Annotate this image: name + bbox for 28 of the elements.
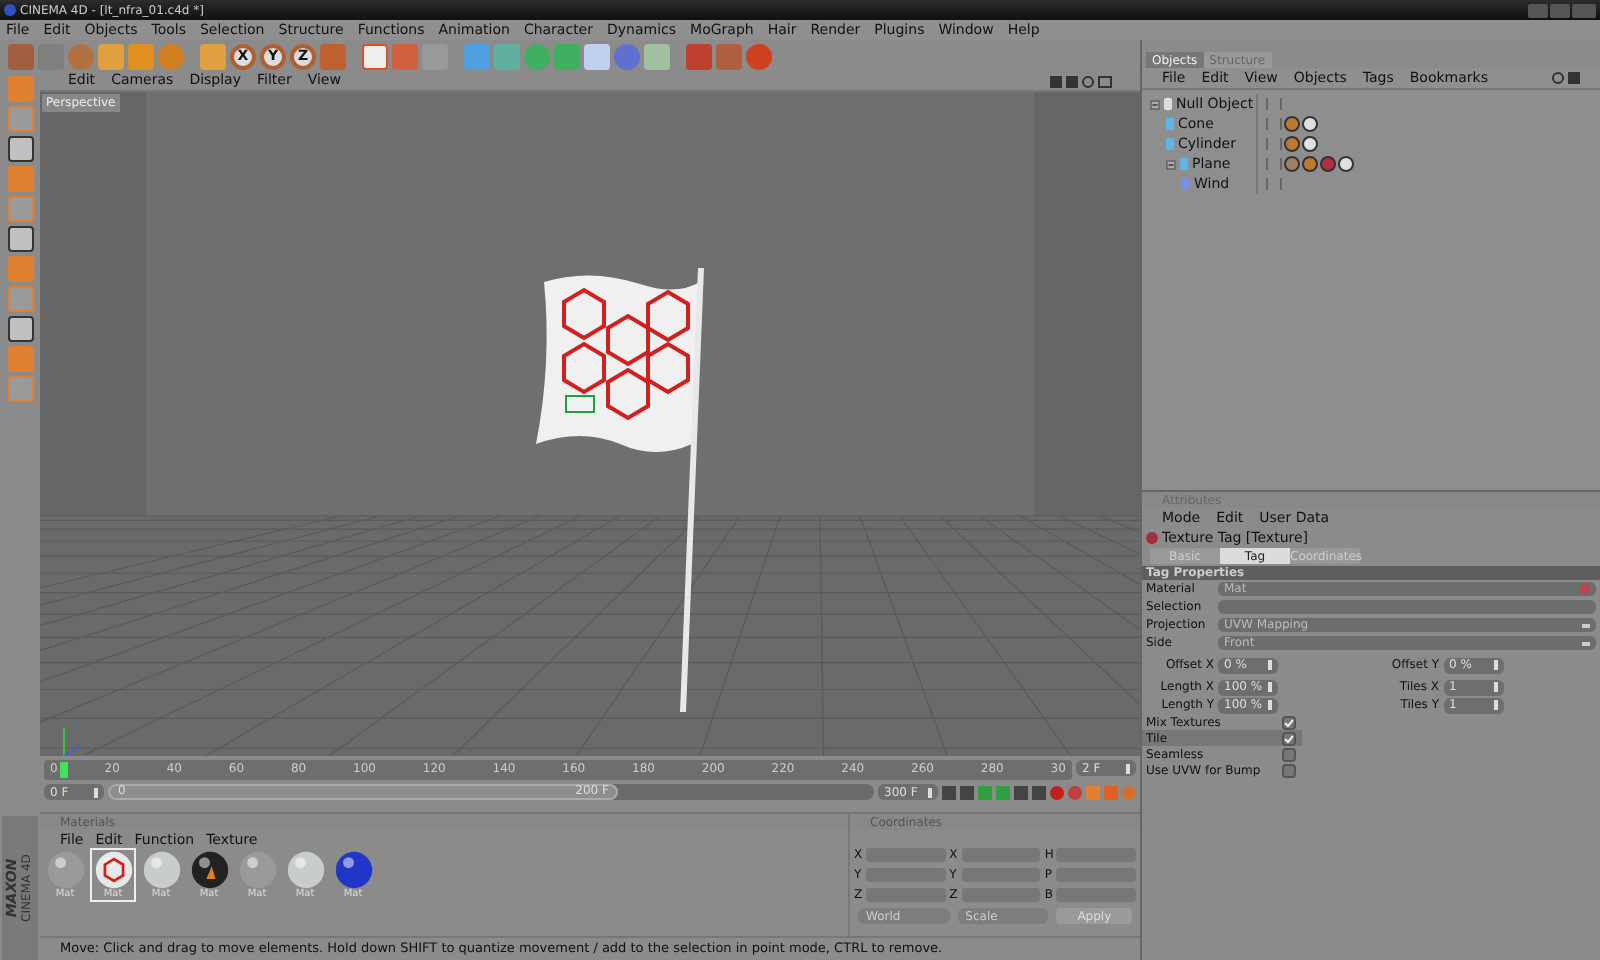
checkbox[interactable]: [1282, 763, 1296, 777]
collapse-toggle-icon[interactable]: [1150, 99, 1160, 109]
selection-field[interactable]: [1218, 600, 1596, 614]
app-logo-icon: [4, 4, 16, 16]
material-sphere-icon: [331, 850, 375, 890]
minimize-button[interactable]: [1528, 3, 1548, 17]
collapse-toggle-icon[interactable]: [1166, 159, 1176, 169]
coordinate-field[interactable]: [1056, 848, 1137, 862]
material-sphere-icon: [91, 850, 135, 890]
cloth-tag-icon[interactable]: [1284, 156, 1300, 172]
record-icon[interactable]: [1050, 785, 1064, 799]
axis-gizmo-icon: [63, 727, 93, 756]
checkbox[interactable]: [1282, 747, 1296, 761]
current-frame-marker[interactable]: [60, 762, 69, 778]
coordinate-field[interactable]: [1056, 868, 1137, 882]
material-sphere-icon: [187, 850, 231, 890]
search-icon[interactable]: [1552, 72, 1564, 84]
checkbox[interactable]: [1282, 731, 1296, 745]
close-button[interactable]: [1572, 3, 1596, 17]
material-sphere-icon: [43, 850, 87, 890]
maximize-button[interactable]: [1550, 3, 1570, 17]
material-sphere-icon: [139, 850, 183, 890]
coordinate-field[interactable]: [1056, 888, 1137, 902]
material-sphere-icon: [283, 850, 327, 890]
checkbox[interactable]: [1282, 715, 1296, 729]
maximize-view-icon[interactable]: [1098, 75, 1112, 87]
texture-tag-icon: [1146, 532, 1158, 544]
material-sphere-icon: [235, 850, 279, 890]
